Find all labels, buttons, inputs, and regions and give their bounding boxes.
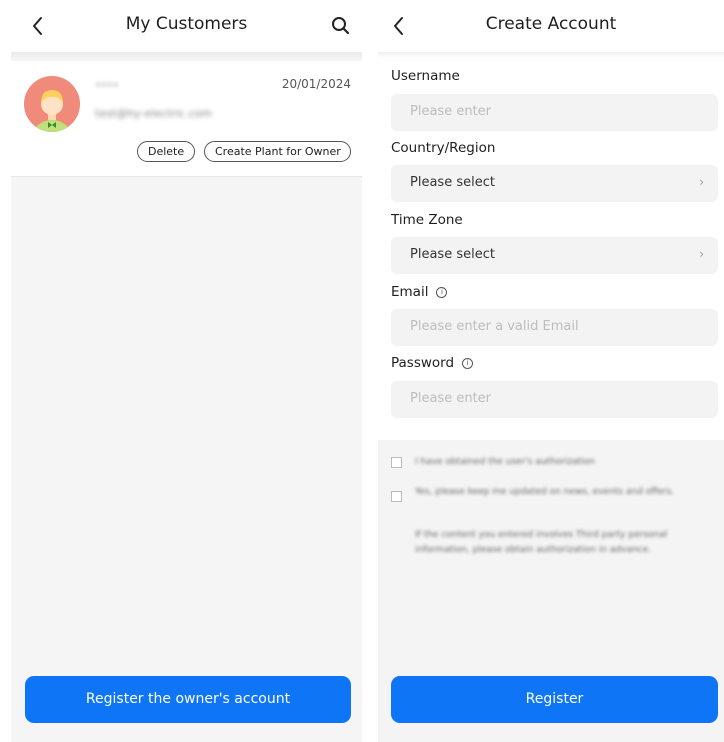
- chevron-right-icon: ›: [699, 247, 704, 261]
- authorization-checkbox[interactable]: [391, 457, 402, 468]
- page-title: Create Account: [485, 14, 617, 34]
- country-value: Please select: [410, 175, 495, 190]
- email-placeholder: Please enter a valid Email: [410, 319, 579, 334]
- customer-card[interactable]: •••• test@hy-electric.com 20/01/2024 Del…: [11, 61, 362, 177]
- username-label: Username: [391, 68, 460, 84]
- timezone-label: Time Zone: [391, 212, 463, 228]
- password-field[interactable]: Please enter: [391, 381, 718, 418]
- password-placeholder: Please enter: [410, 391, 491, 406]
- country-label: Country/Region: [391, 140, 496, 156]
- username-placeholder: Please enter: [410, 104, 491, 119]
- email-label: Email: [391, 284, 429, 300]
- password-label-row: Password i: [391, 355, 474, 371]
- info-icon[interactable]: i: [436, 287, 448, 298]
- customer-date: 20/01/2024: [281, 77, 351, 91]
- create-account-screen: Create Account Username Please enter Cou…: [378, 0, 724, 742]
- updates-text: Yes, please keep me updated on news, eve…: [415, 487, 675, 497]
- navbar: My Customers: [11, 0, 362, 52]
- email-label-row: Email i: [391, 284, 448, 300]
- search-icon[interactable]: [328, 12, 354, 40]
- country-select[interactable]: Please select ›: [391, 165, 718, 202]
- authorization-text: I have obtained the user's authorization: [415, 457, 595, 467]
- avatar-icon: [24, 76, 80, 132]
- password-label: Password: [391, 355, 455, 371]
- delete-button[interactable]: Delete: [137, 141, 195, 162]
- navbar: Create Account: [378, 0, 724, 52]
- username-field[interactable]: Please enter: [391, 94, 718, 131]
- updates-checkbox[interactable]: [391, 491, 402, 502]
- navbar-divider: [11, 52, 362, 60]
- page-title: My Customers: [125, 14, 248, 34]
- timezone-select[interactable]: Please select ›: [391, 237, 718, 274]
- bottom-safe-area: [11, 731, 362, 742]
- privacy-note: If the content you entered involves Thir…: [415, 530, 668, 555]
- customer-name: ••••: [95, 80, 119, 91]
- timezone-value: Please select: [410, 247, 495, 262]
- register-button[interactable]: Register: [391, 676, 718, 723]
- create-plant-button[interactable]: Create Plant for Owner: [204, 141, 351, 162]
- customer-email: test@hy-electric.com: [95, 107, 212, 120]
- my-customers-screen: My Customers •••• test@hy-electric.com 2…: [11, 0, 362, 742]
- email-field[interactable]: Please enter a valid Email: [391, 309, 718, 346]
- navbar-divider: [378, 52, 724, 58]
- register-owner-button[interactable]: Register the owner's account: [25, 676, 351, 723]
- info-icon[interactable]: i: [462, 358, 474, 369]
- chevron-right-icon: ›: [699, 175, 704, 189]
